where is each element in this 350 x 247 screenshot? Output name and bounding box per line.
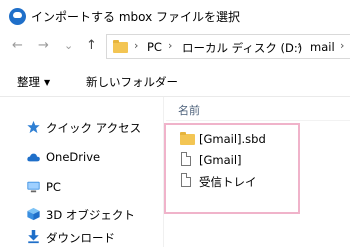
command-toolbar: 整理 ▼ 新しいフォルダー — [0, 62, 350, 97]
chevron-down-icon: ▼ — [44, 78, 51, 87]
list-item[interactable]: [Gmail].sbd — [178, 130, 298, 148]
sidebar-item-label: ダウンロード — [46, 231, 115, 245]
file-icon — [181, 152, 191, 166]
file-icon — [181, 173, 191, 187]
sidebar-item-label: PC — [46, 180, 61, 194]
breadcrumb-mail[interactable]: mail — [310, 40, 335, 54]
breadcrumb-local-disk[interactable]: ローカル ディスク (D:) — [182, 40, 302, 56]
download-icon — [28, 230, 39, 244]
breadcrumb-separator[interactable]: › — [340, 39, 344, 52]
sidebar-item-3d-objects[interactable]: 3D オブジェクト — [0, 204, 160, 224]
sidebar-item-downloads[interactable]: ダウンロード — [0, 227, 160, 247]
forward-button[interactable]: → — [38, 38, 49, 54]
folder-icon — [113, 40, 128, 53]
folder-icon — [180, 132, 195, 145]
star-icon — [27, 120, 40, 134]
recent-locations-button[interactable]: ⌄ — [64, 38, 73, 54]
file-name: [Gmail].sbd — [199, 132, 266, 146]
sidebar-item-label: クイック アクセス — [46, 121, 142, 135]
navigation-pane: クイック アクセス OneDrive PC 3D オブジェクト ダウンロード — [0, 97, 160, 247]
cube-icon — [27, 207, 40, 221]
sidebar-item-label: OneDrive — [46, 150, 101, 164]
new-folder-button[interactable]: 新しいフォルダー — [86, 74, 178, 90]
list-item[interactable]: 受信トレイ — [178, 172, 298, 190]
computer-icon — [27, 181, 40, 193]
breadcrumb-pc[interactable]: PC — [147, 40, 162, 54]
list-item[interactable]: [Gmail] — [178, 151, 298, 169]
breadcrumb-separator[interactable]: › — [168, 39, 172, 52]
title-bar: インポートする mbox ファイルを選択 — [0, 0, 350, 32]
sidebar-item-pc[interactable]: PC — [0, 177, 160, 197]
thunderbird-app-icon — [9, 8, 26, 25]
sidebar-item-quick-access[interactable]: クイック アクセス — [0, 117, 160, 137]
sidebar-item-onedrive[interactable]: OneDrive — [0, 147, 160, 167]
header-divider — [166, 120, 350, 121]
sidebar-item-label: 3D オブジェクト — [46, 208, 135, 222]
breadcrumb-separator[interactable]: › — [134, 39, 138, 52]
organize-label: 整理 — [17, 75, 40, 89]
breadcrumb-separator[interactable]: › — [297, 39, 301, 52]
organize-button[interactable]: 整理 ▼ — [17, 74, 50, 90]
back-button[interactable]: ← — [12, 38, 23, 54]
name-column-header[interactable]: 名前 — [178, 102, 200, 118]
cloud-icon — [27, 153, 40, 162]
address-bar[interactable]: › PC › ローカル ディスク (D:) › mail › — [106, 34, 350, 59]
up-button[interactable]: ↑ — [86, 38, 97, 54]
file-name: 受信トレイ — [199, 175, 257, 189]
window-title: インポートする mbox ファイルを選択 — [31, 10, 241, 24]
file-name: [Gmail] — [199, 153, 242, 167]
